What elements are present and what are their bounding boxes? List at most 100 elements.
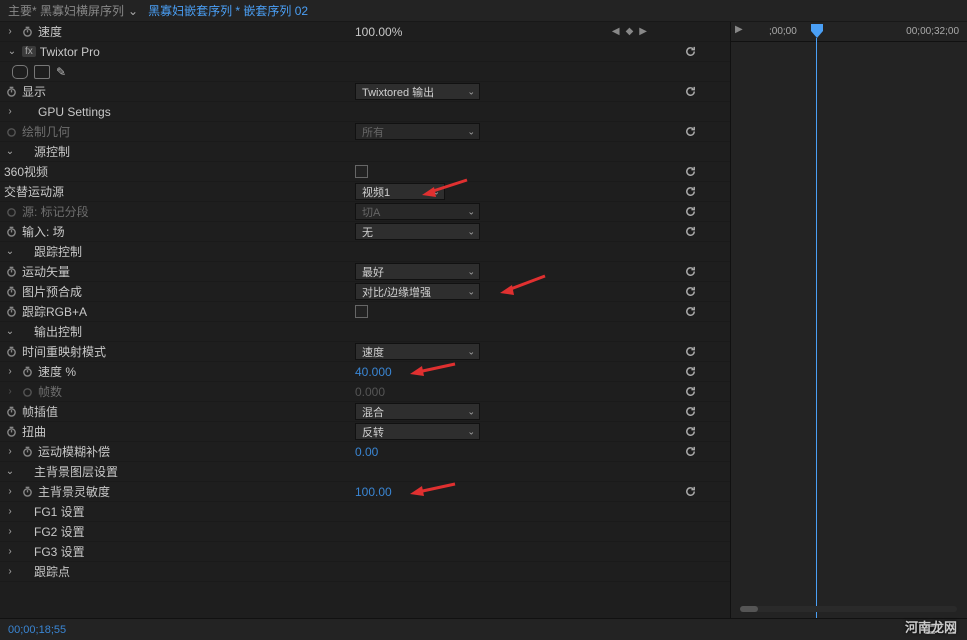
video360-checkbox[interactable] xyxy=(355,165,368,178)
img-prep-dropdown[interactable]: 对比/边缘增强 ⌄ xyxy=(355,283,480,300)
row-clip-speed: › 速度 100.00% ◀ ◆ ▶ xyxy=(0,22,730,42)
add-kf-icon[interactable]: ◆ xyxy=(626,26,634,37)
stopwatch-icon[interactable] xyxy=(4,225,18,239)
chevron-down-icon[interactable]: ⌄ xyxy=(128,4,138,18)
stopwatch-icon[interactable] xyxy=(4,85,18,99)
timeline-zoom-scroller[interactable] xyxy=(740,604,957,614)
timeline-ruler[interactable]: ;00;00 00;00;32;00 xyxy=(731,22,967,42)
twirl-icon[interactable]: › xyxy=(4,546,16,558)
timecode[interactable]: 00;00;18;55 xyxy=(8,624,66,636)
stopwatch-icon[interactable] xyxy=(20,25,34,39)
time-remap-dropdown[interactable]: 速度 ⌄ xyxy=(355,343,480,360)
alt-motion-label: 交替运动源 xyxy=(4,183,64,200)
track-ctrl-label: 跟踪控制 xyxy=(34,243,82,260)
fx-badge[interactable]: fx xyxy=(22,46,36,57)
row-img-prep: 图片预合成 对比/边缘增强 ⌄ xyxy=(0,282,730,302)
reset-icon[interactable] xyxy=(682,164,698,180)
reset-icon[interactable] xyxy=(682,84,698,100)
stopwatch-icon[interactable] xyxy=(4,425,18,439)
twirl-open-icon[interactable]: ⌄ xyxy=(4,466,16,478)
reset-icon[interactable] xyxy=(682,404,698,420)
chevron-down-icon: ⌄ xyxy=(467,286,475,297)
row-source-control: ⌄ 源控制 xyxy=(0,142,730,162)
twirl-open-icon[interactable]: ⌄ xyxy=(4,246,16,258)
chevron-down-icon: ⌄ xyxy=(467,206,475,217)
reset-icon[interactable] xyxy=(682,184,698,200)
row-motion-blur-comp: › 运动模糊补偿 0.00 xyxy=(0,442,730,462)
watermark: 河南龙网 xyxy=(905,617,957,636)
keyframe-nav[interactable]: ◀ ◆ ▶ xyxy=(612,26,647,37)
warp-label: 扭曲 xyxy=(22,423,46,440)
reset-icon[interactable] xyxy=(682,284,698,300)
row-time-remap-mode: 时间重映射模式 速度 ⌄ xyxy=(0,342,730,362)
frame-interp-dropdown[interactable]: 混合 ⌄ xyxy=(355,403,480,420)
timeline-nav[interactable]: ▶ xyxy=(735,24,743,35)
stopwatch-icon[interactable] xyxy=(4,345,18,359)
reset-icon[interactable] xyxy=(682,484,698,500)
playhead-icon[interactable] xyxy=(811,24,823,38)
alt-motion-dropdown[interactable]: 视频1 ⌄ xyxy=(355,183,445,200)
input-field-dropdown[interactable]: 无 ⌄ xyxy=(355,223,480,240)
stopwatch-icon[interactable] xyxy=(4,305,18,319)
main-bg-sens-label: 主背景灵敏度 xyxy=(38,483,110,500)
twirl-icon[interactable]: › xyxy=(4,486,16,498)
main-bg-sens-value[interactable]: 100.00 xyxy=(355,485,392,499)
main-bg-label: 主背景图层设置 xyxy=(34,463,118,480)
draw-geom-dropdown: 所有 ⌄ xyxy=(355,123,480,140)
reset-icon[interactable] xyxy=(682,444,698,460)
rect-mask-icon[interactable] xyxy=(34,65,50,79)
reset-icon[interactable] xyxy=(682,264,698,280)
stopwatch-icon[interactable] xyxy=(20,445,34,459)
reset-icon[interactable] xyxy=(682,224,698,240)
mblur-value[interactable]: 0.00 xyxy=(355,445,378,459)
stopwatch-icon[interactable] xyxy=(20,365,34,379)
prev-kf-icon[interactable]: ◀ xyxy=(612,26,620,37)
draw-geom-label: 绘制几何 xyxy=(22,123,70,140)
speed-value[interactable]: 100.00% xyxy=(355,25,402,39)
stopwatch-icon[interactable] xyxy=(4,285,18,299)
row-mask-toolbar: ✎ xyxy=(0,62,730,82)
pen-mask-icon[interactable]: ✎ xyxy=(56,65,66,79)
stopwatch-icon xyxy=(4,205,18,219)
speed-pct-value[interactable]: 40.000 xyxy=(355,365,392,379)
next-kf-icon[interactable]: ▶ xyxy=(639,26,647,37)
reset-icon[interactable] xyxy=(682,364,698,380)
row-effect-header: ⌄ fx Twixtor Pro xyxy=(0,42,730,62)
twirl-icon[interactable]: › xyxy=(4,26,16,38)
row-alt-motion-source: 交替运动源 视频1 ⌄ xyxy=(0,182,730,202)
row-frame-count: › 帧数 0.000 xyxy=(0,382,730,402)
img-prep-label: 图片预合成 xyxy=(22,283,82,300)
reset-icon[interactable] xyxy=(682,384,698,400)
reset-icon[interactable] xyxy=(682,344,698,360)
reset-icon[interactable] xyxy=(682,204,698,220)
twirl-open-icon[interactable]: ⌄ xyxy=(6,46,18,58)
track-rgba-checkbox[interactable] xyxy=(355,305,368,318)
effect-name: Twixtor Pro xyxy=(40,45,100,59)
motion-vector-dropdown[interactable]: 最好 ⌄ xyxy=(355,263,480,280)
reset-icon[interactable] xyxy=(682,304,698,320)
display-dropdown[interactable]: Twixtored 输出 ⌄ xyxy=(355,83,480,100)
ellipse-mask-icon[interactable] xyxy=(12,65,28,79)
stopwatch-icon[interactable] xyxy=(4,405,18,419)
reset-icon[interactable] xyxy=(682,424,698,440)
twirl-icon: › xyxy=(4,386,16,398)
twirl-icon[interactable]: › xyxy=(4,506,16,518)
row-warp: 扭曲 反转 ⌄ xyxy=(0,422,730,442)
twirl-icon[interactable]: › xyxy=(4,526,16,538)
twirl-icon[interactable]: › xyxy=(4,106,16,118)
warp-dropdown[interactable]: 反转 ⌄ xyxy=(355,423,480,440)
row-main-bg-sens: › 主背景灵敏度 100.00 xyxy=(0,482,730,502)
frame-count-value: 0.000 xyxy=(355,385,385,399)
breadcrumb-active[interactable]: 黑寡妇嵌套序列 * 嵌套序列 02 xyxy=(148,2,308,19)
src-mark-dropdown: 切A ⌄ xyxy=(355,203,480,220)
stopwatch-icon[interactable] xyxy=(20,485,34,499)
twirl-icon[interactable]: › xyxy=(4,366,16,378)
reset-icon[interactable] xyxy=(682,124,698,140)
twirl-icon[interactable]: › xyxy=(4,446,16,458)
twirl-icon[interactable]: › xyxy=(4,566,16,578)
stopwatch-icon[interactable] xyxy=(4,265,18,279)
reset-icon[interactable] xyxy=(682,44,698,60)
twirl-open-icon[interactable]: ⌄ xyxy=(4,146,16,158)
display-label: 显示 xyxy=(22,83,46,100)
twirl-open-icon[interactable]: ⌄ xyxy=(4,326,16,338)
